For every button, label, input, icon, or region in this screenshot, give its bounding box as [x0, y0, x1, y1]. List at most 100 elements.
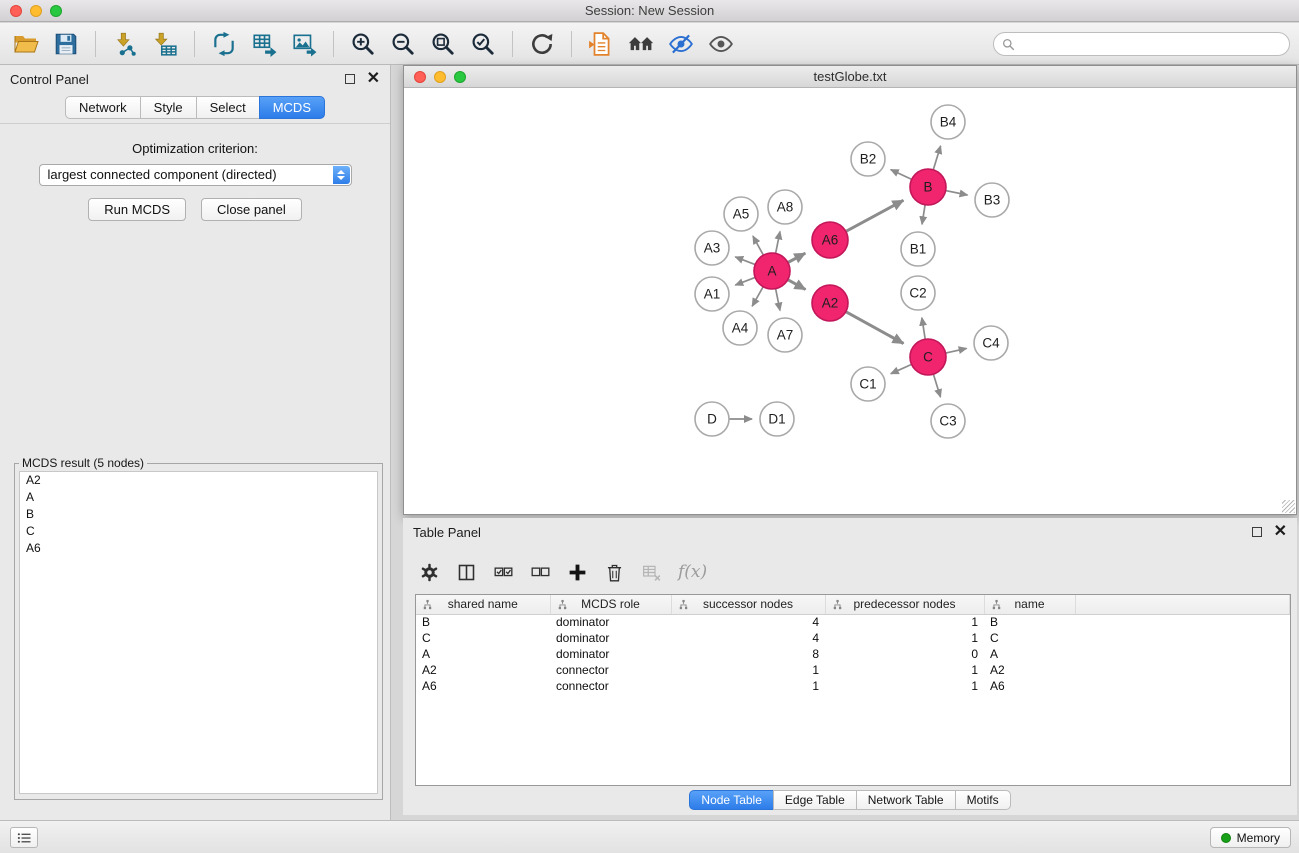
table-cell[interactable]: A: [416, 646, 550, 662]
table-tab-node-table[interactable]: Node Table: [689, 790, 774, 810]
table-cell[interactable]: A2: [416, 662, 550, 678]
minimize-window-button[interactable]: [30, 5, 42, 17]
graph-node[interactable]: B2: [851, 142, 885, 176]
graph-node[interactable]: A7: [768, 318, 802, 352]
graph-node[interactable]: D: [695, 402, 729, 436]
graph-edge[interactable]: [776, 289, 780, 311]
import-table-button[interactable]: [145, 27, 185, 61]
table-row[interactable]: Adominator80A: [416, 646, 1290, 662]
search-input[interactable]: [1020, 37, 1281, 52]
ndex-home-button[interactable]: [621, 27, 661, 61]
optimization-criterion-select[interactable]: largest connected component (directed): [39, 164, 352, 186]
table-settings-button[interactable]: [419, 562, 440, 583]
mcds-result-item[interactable]: B: [20, 506, 377, 523]
column-header[interactable]: name: [984, 595, 1075, 614]
graph-node[interactable]: C4: [974, 326, 1008, 360]
graph-edge[interactable]: [946, 348, 967, 353]
table-cell[interactable]: C: [416, 630, 550, 646]
zoom-in-button[interactable]: [343, 27, 383, 61]
table-cell[interactable]: 1: [825, 662, 984, 678]
graph-node[interactable]: B3: [975, 183, 1009, 217]
table-cell[interactable]: A6: [984, 678, 1075, 694]
graph-node[interactable]: C3: [931, 404, 965, 438]
close-panel-button[interactable]: Close panel: [201, 198, 302, 221]
table-cell[interactable]: A: [984, 646, 1075, 662]
show-graphics-button[interactable]: [701, 27, 741, 61]
float-panel-icon[interactable]: [345, 74, 355, 84]
graph-edge[interactable]: [753, 236, 764, 255]
graph-node[interactable]: C: [910, 339, 946, 375]
mcds-result-item[interactable]: C: [20, 523, 377, 540]
refresh-button[interactable]: [522, 27, 562, 61]
graph-node[interactable]: B1: [901, 232, 935, 266]
close-panel-icon[interactable]: ✕: [367, 72, 380, 86]
table-cell[interactable]: 8: [671, 646, 825, 662]
graph-edge[interactable]: [788, 253, 805, 262]
table-cell[interactable]: dominator: [550, 646, 671, 662]
resize-handle[interactable]: [1282, 500, 1295, 513]
graph-node[interactable]: A8: [768, 190, 802, 224]
graph-edge[interactable]: [933, 374, 940, 397]
graph-node[interactable]: A2: [812, 285, 848, 321]
table-cell[interactable]: A6: [416, 678, 550, 694]
delete-row-button[interactable]: [604, 562, 625, 583]
table-cell[interactable]: 4: [671, 614, 825, 630]
network-zoom-button[interactable]: [454, 71, 466, 83]
export-network-button[interactable]: [204, 27, 244, 61]
mcds-result-item[interactable]: A2: [20, 472, 377, 489]
table-row[interactable]: A6connector11A6: [416, 678, 1290, 694]
table-cell[interactable]: B: [416, 614, 550, 630]
graph-edge[interactable]: [946, 191, 968, 195]
tab-mcds[interactable]: MCDS: [259, 96, 325, 119]
graph-edge[interactable]: [776, 232, 780, 254]
table-cell[interactable]: dominator: [550, 630, 671, 646]
graph-node[interactable]: B4: [931, 105, 965, 139]
column-header[interactable]: successor nodes: [671, 595, 825, 614]
graph-edge[interactable]: [735, 277, 755, 285]
save-session-button[interactable]: [46, 27, 86, 61]
network-close-button[interactable]: [414, 71, 426, 83]
tab-network[interactable]: Network: [65, 96, 141, 119]
table-cell[interactable]: dominator: [550, 614, 671, 630]
table-row[interactable]: Cdominator41C: [416, 630, 1290, 646]
close-window-button[interactable]: [10, 5, 22, 17]
add-row-button[interactable]: [567, 562, 588, 583]
graph-edge[interactable]: [788, 280, 806, 290]
graph-edge[interactable]: [846, 312, 904, 344]
zoom-out-button[interactable]: [383, 27, 423, 61]
table-cell[interactable]: B: [984, 614, 1075, 630]
table-tab-edge-table[interactable]: Edge Table: [773, 790, 857, 810]
graph-edge[interactable]: [933, 146, 940, 170]
column-header[interactable]: MCDS role: [550, 595, 671, 614]
open-document-button[interactable]: [581, 27, 621, 61]
network-minimize-button[interactable]: [434, 71, 446, 83]
table-row[interactable]: Bdominator41B: [416, 614, 1290, 630]
mcds-result-item[interactable]: A6: [20, 540, 377, 557]
graph-node[interactable]: A1: [695, 277, 729, 311]
table-tab-motifs[interactable]: Motifs: [955, 790, 1011, 810]
table-cell[interactable]: 4: [671, 630, 825, 646]
unselect-all-button[interactable]: [530, 562, 551, 583]
open-folder-button[interactable]: [6, 27, 46, 61]
table-cell[interactable]: 0: [825, 646, 984, 662]
close-table-panel-icon[interactable]: ✕: [1274, 525, 1287, 539]
graph-node[interactable]: A4: [723, 311, 757, 345]
graph-node[interactable]: D1: [760, 402, 794, 436]
columns-button[interactable]: [456, 562, 477, 583]
export-image-button[interactable]: [284, 27, 324, 61]
graph-node[interactable]: A5: [724, 197, 758, 231]
graph-edge[interactable]: [891, 364, 912, 373]
table-cell[interactable]: C: [984, 630, 1075, 646]
graph-edge[interactable]: [922, 205, 925, 225]
graph-node[interactable]: B: [910, 169, 946, 205]
column-header[interactable]: predecessor nodes: [825, 595, 984, 614]
zoom-selected-button[interactable]: [463, 27, 503, 61]
table-tab-network-table[interactable]: Network Table: [856, 790, 956, 810]
mcds-result-item[interactable]: A: [20, 489, 377, 506]
table-cell[interactable]: connector: [550, 678, 671, 694]
zoom-fit-button[interactable]: [423, 27, 463, 61]
run-mcds-button[interactable]: Run MCDS: [88, 198, 186, 221]
tab-style[interactable]: Style: [140, 96, 197, 119]
fx-button[interactable]: f(x): [678, 562, 707, 582]
task-history-button[interactable]: [10, 827, 38, 848]
